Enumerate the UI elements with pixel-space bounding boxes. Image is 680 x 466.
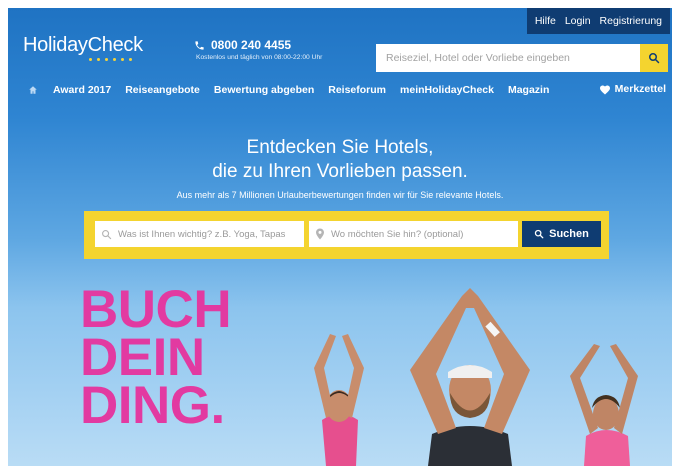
home-link[interactable] (28, 85, 38, 95)
favorites-link[interactable]: Merkzettel (599, 83, 666, 95)
header-search-button[interactable] (640, 44, 668, 72)
nav-review[interactable]: Bewertung abgeben (214, 84, 314, 96)
yoga-people-photo (314, 288, 638, 466)
interest-field (95, 221, 304, 247)
favorites-label: Merkzettel (614, 83, 666, 95)
promo-line1: BUCH (80, 280, 232, 339)
phone-contact: 0800 240 4455 Kostenlos und täglich von … (194, 38, 322, 61)
destination-field (309, 221, 518, 247)
phone-icon (195, 40, 204, 50)
promo-line2: DEIN (80, 328, 205, 387)
nav-my-holidaycheck[interactable]: meinHolidayCheck (400, 84, 494, 96)
interest-input[interactable] (118, 222, 304, 246)
header-search-input[interactable] (376, 44, 640, 72)
utility-bar: Hilfe Login Registrierung (526, 8, 670, 34)
nav-magazine[interactable]: Magazin (508, 84, 549, 96)
search-icon (534, 229, 544, 239)
hero-title-line1: Entdecken Sie Hotels, (246, 137, 434, 158)
login-link[interactable]: Login (565, 15, 591, 27)
main-nav: Award 2017 Reiseangebote Bewertung abgeb… (28, 80, 666, 100)
promo-slogan: BUCH DEIN DING. (80, 280, 232, 435)
heart-icon (599, 85, 610, 94)
register-link[interactable]: Registrierung (600, 15, 662, 27)
hero-search-panel: Suchen (84, 211, 609, 259)
nav-forum[interactable]: Reiseforum (328, 84, 386, 96)
holidaycheck-logo[interactable]: HolidayCheck (23, 34, 143, 57)
phone-hours: Kostenlos und täglich von 08:00-22:00 Uh… (196, 54, 323, 61)
search-icon (649, 53, 660, 64)
page: Hilfe Login Registrierung HolidayCheck 0… (8, 8, 672, 466)
search-button[interactable]: Suchen (522, 221, 601, 247)
destination-input[interactable] (331, 222, 518, 246)
hero-title-line2: die zu Ihren Vorlieben passen. (212, 161, 468, 182)
home-icon (29, 86, 37, 94)
location-pin-icon (316, 228, 324, 240)
phone-number[interactable]: 0800 240 4455 (211, 38, 291, 52)
search-icon (102, 229, 112, 239)
search-button-label: Suchen (549, 228, 589, 240)
help-link[interactable]: Hilfe (535, 15, 556, 27)
header-search (376, 44, 668, 72)
nav-offers[interactable]: Reiseangebote (125, 84, 200, 96)
promo-line3: DING. (80, 376, 225, 435)
nav-award[interactable]: Award 2017 (53, 84, 111, 96)
logo-dots (89, 58, 132, 61)
hero-subtitle: Aus mehr als 7 Millionen Urlauberbewertu… (176, 190, 504, 200)
